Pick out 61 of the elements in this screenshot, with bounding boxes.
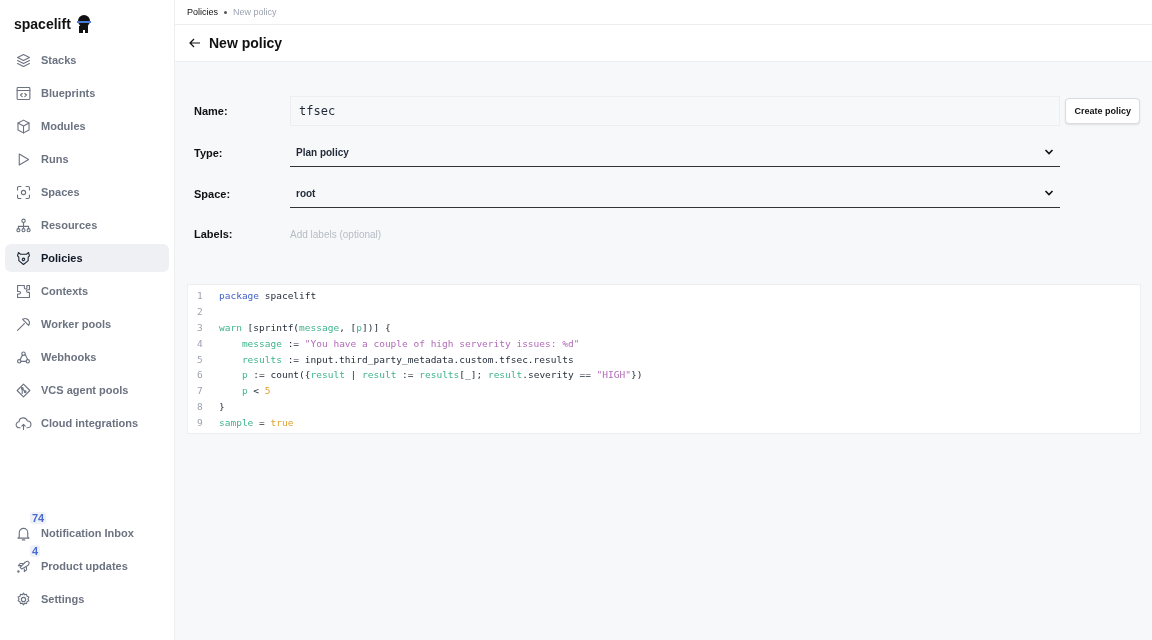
- line-number: 5: [196, 353, 204, 365]
- line-number: 8: [196, 400, 204, 412]
- sidebar-item[interactable]: Blueprints: [5, 79, 169, 107]
- count-badge: 74: [30, 512, 47, 524]
- sidebar-item[interactable]: VCS agent pools: [5, 376, 169, 404]
- webhook-icon: [15, 348, 32, 366]
- line-number: 6: [196, 369, 204, 381]
- sidebar-item[interactable]: Policies: [5, 244, 169, 272]
- code-line: }: [219, 400, 225, 412]
- sidebar-item[interactable]: Notification Inbox: [41, 527, 134, 539]
- field-label: Space:: [194, 187, 232, 200]
- code-line: results := input.third_party_metadata.custom.tfsec.results: [241, 353, 574, 365]
- line-number: 4: [196, 337, 204, 349]
- code-line: package spacelift: [219, 290, 317, 302]
- type-dropdown[interactable]: Plan policy: [290, 138, 1060, 167]
- code-line: p := count({result | result := results[_]; result.severity == "HIGH"}): [241, 369, 643, 381]
- settings-icon: [15, 590, 32, 608]
- code-window-icon: [15, 84, 32, 102]
- cloud-upload-icon: [15, 414, 32, 432]
- breadcrumb: New policy: [233, 7, 277, 17]
- line-number: 2: [196, 306, 204, 318]
- shield-icon: [15, 249, 32, 267]
- chevron-down-icon: [1044, 189, 1054, 197]
- name-input[interactable]: tfsec: [290, 96, 1060, 126]
- git-diamond-icon: [15, 381, 32, 399]
- line-number: 3: [196, 322, 204, 333]
- breadcrumb[interactable]: Policies: [187, 7, 218, 17]
- field-label: Labels:: [194, 228, 234, 240]
- sidebar-item[interactable]: Runs: [5, 145, 169, 173]
- code-line: message := "You have a couple of high serverity issues: %d": [241, 337, 580, 349]
- count-badge: 4: [30, 545, 41, 557]
- sidebar-item[interactable]: Cloud integrations: [5, 409, 169, 437]
- sidebar-item[interactable]: Spaces: [5, 178, 169, 206]
- chevron-down-icon: [1044, 148, 1054, 156]
- sidebar-item[interactable]: Worker pools: [5, 310, 169, 338]
- hierarchy-icon: [15, 216, 32, 234]
- line-number: 7: [196, 385, 204, 397]
- code-line: sample = true: [219, 416, 294, 428]
- code-line: warn [sprintf(message, [p])] {: [219, 322, 391, 333]
- create-policy-button[interactable]: Create policy: [1065, 98, 1140, 124]
- sidebar-item[interactable]: Resources: [5, 211, 169, 239]
- space-dropdown[interactable]: root: [290, 179, 1060, 208]
- field-label: Type:: [194, 146, 224, 159]
- pickaxe-icon: [15, 315, 32, 333]
- logo[interactable]: spacelift: [5, 6, 169, 46]
- sidebar-item[interactable]: Contexts: [5, 277, 169, 305]
- sidebar-item[interactable]: Product updates: [41, 560, 128, 572]
- sidebar-item[interactable]: Settings: [41, 593, 85, 605]
- back-arrow-icon[interactable]: [189, 37, 201, 49]
- layers-icon: [15, 51, 32, 69]
- cube-icon: [15, 117, 32, 135]
- sidebar-item[interactable]: Webhooks: [5, 343, 169, 371]
- field-label: Name:: [194, 105, 229, 117]
- sidebar-item[interactable]: Modules: [5, 112, 169, 140]
- sidebar-item[interactable]: Stacks: [5, 46, 169, 74]
- focus-icon: [15, 183, 32, 201]
- page-title: New policy: [209, 35, 283, 51]
- puzzle-icon: [15, 282, 32, 300]
- line-number: 1: [196, 290, 204, 302]
- line-number: 9: [196, 416, 204, 428]
- code-line: p < 5: [241, 385, 271, 397]
